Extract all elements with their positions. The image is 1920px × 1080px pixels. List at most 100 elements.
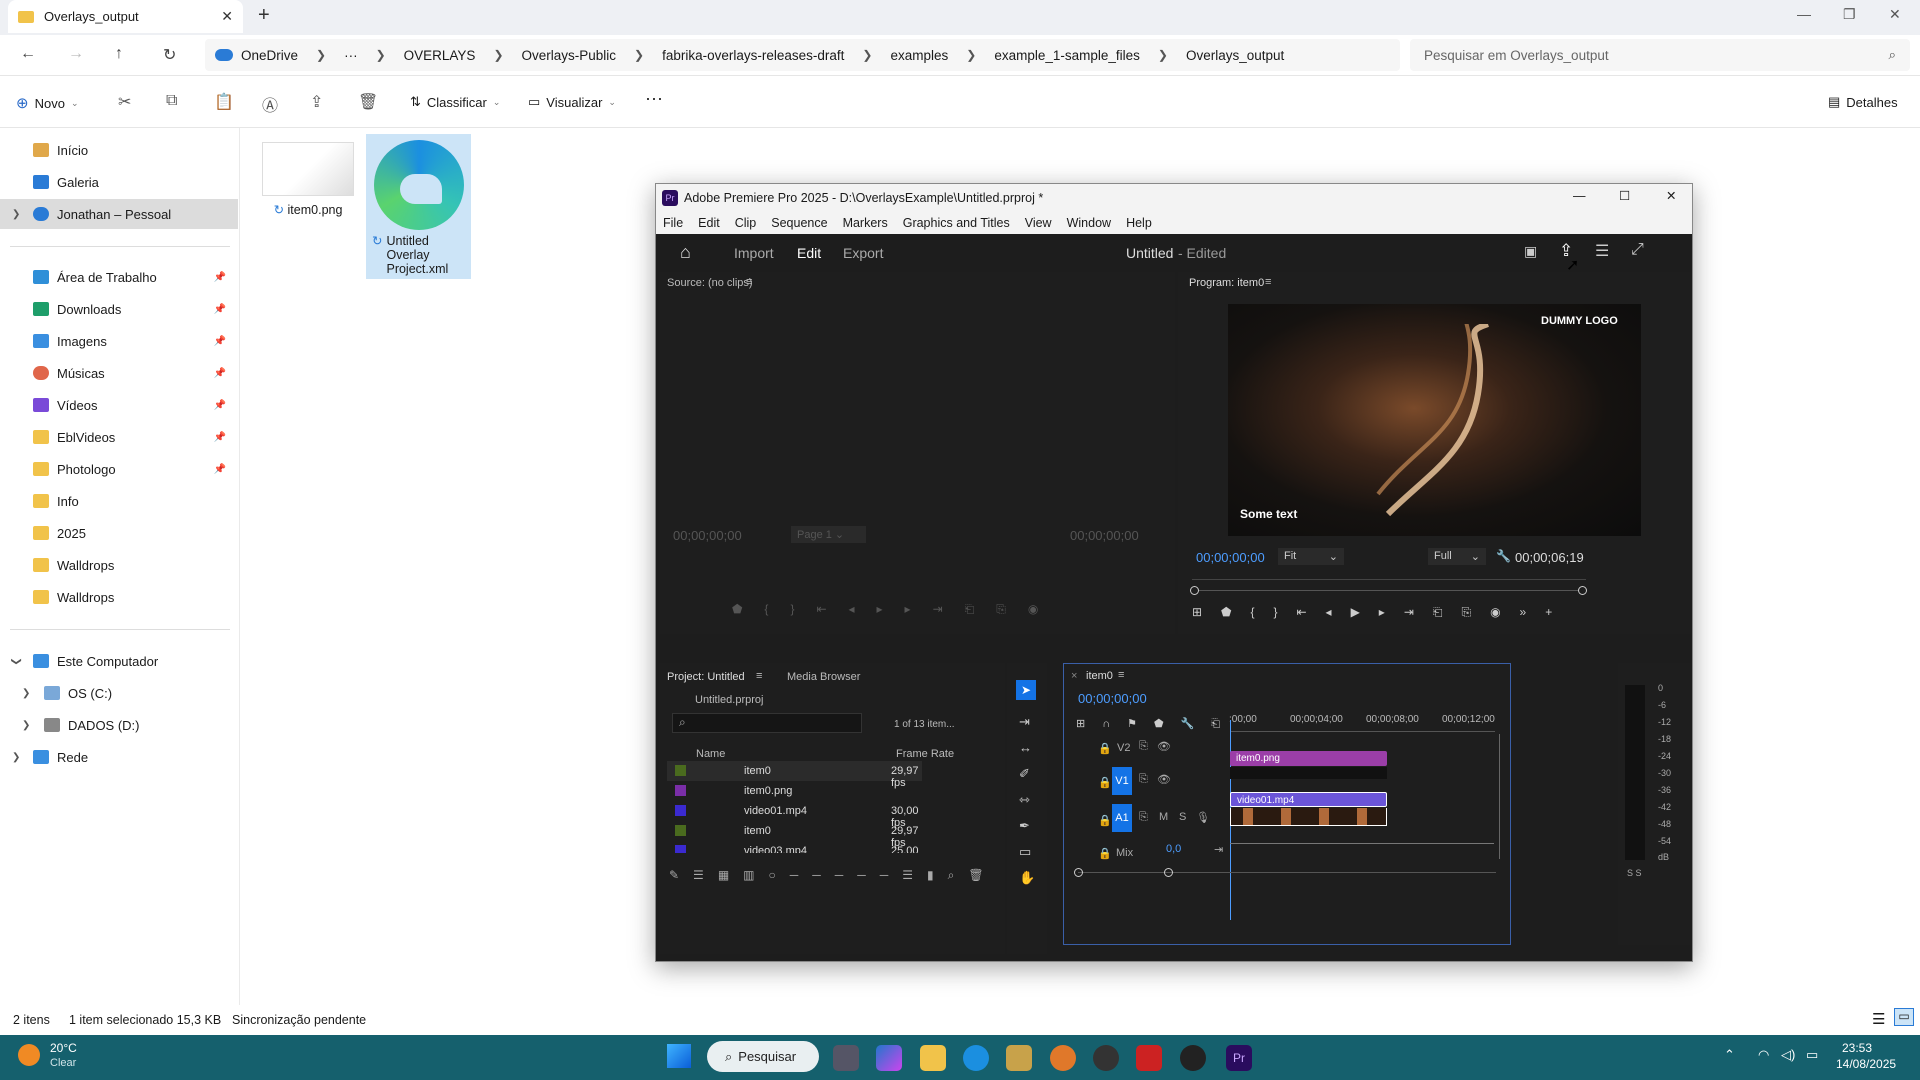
breadcrumb-overlays[interactable]: OVERLAYS xyxy=(404,48,476,63)
solo-button[interactable]: S xyxy=(1179,811,1186,823)
horizontal-zoom-bar[interactable] xyxy=(1078,872,1496,873)
sidebar-item-eblvideos[interactable]: EblVideos 📌 xyxy=(0,422,238,452)
breadcrumb-sample-files[interactable]: example_1-sample_files xyxy=(994,48,1140,63)
breadcrumb-more[interactable]: ··· xyxy=(344,48,358,63)
app-icon[interactable] xyxy=(1136,1045,1162,1071)
breadcrumb-onedrive[interactable]: OneDrive xyxy=(241,48,298,63)
menu-graphics[interactable]: Graphics and Titles xyxy=(903,216,1010,230)
back-arrow-icon[interactable]: ← xyxy=(20,45,36,63)
list-item[interactable]: item0.png xyxy=(667,781,922,801)
edge-icon[interactable] xyxy=(963,1045,989,1071)
chevron-right-icon[interactable]: ❯ xyxy=(22,720,30,731)
mute-button[interactable]: M xyxy=(1159,811,1168,823)
zoom-handle-right[interactable] xyxy=(1578,586,1587,595)
new-tab-button[interactable]: + xyxy=(258,4,270,27)
app-icon[interactable] xyxy=(1006,1045,1032,1071)
app-icon[interactable] xyxy=(1093,1045,1119,1071)
sidebar-item-music[interactable]: Músicas 📌 xyxy=(0,358,238,388)
sidebar-item-videos[interactable]: Vídeos 📌 xyxy=(0,390,238,420)
volume-icon[interactable]: ◁) xyxy=(1781,1047,1795,1063)
track-name[interactable]: V1 xyxy=(1112,767,1132,795)
track-name[interactable]: A1 xyxy=(1112,804,1132,832)
quality-select[interactable]: Full ⌄ xyxy=(1428,548,1486,565)
sidebar-item-photologo[interactable]: Photologo 📌 xyxy=(0,454,238,484)
list-item[interactable]: item0 29,97 fps xyxy=(667,821,922,849)
sidebar-item-drive-d[interactable]: ❯ DADOS (D:) xyxy=(0,710,238,740)
file-item0-png[interactable]: ↻ item0.png xyxy=(261,142,355,217)
address-bar[interactable]: OneDrive ❯ ··· ❯ OVERLAYS ❯ Overlays-Pub… xyxy=(205,39,1400,71)
sidebar-item-walldrops[interactable]: Walldrops xyxy=(0,550,238,580)
menu-window[interactable]: Window xyxy=(1067,216,1111,230)
lock-icon[interactable]: 🔒 xyxy=(1098,776,1112,789)
menu-markers[interactable]: Markers xyxy=(843,216,888,230)
pin-icon[interactable]: 📌 xyxy=(214,336,226,347)
sidebar-item-walldrops-2[interactable]: Walldrops xyxy=(0,582,238,612)
minimize-icon[interactable]: — xyxy=(1797,6,1811,22)
copilot-icon[interactable] xyxy=(876,1045,902,1071)
menu-clip[interactable]: Clip xyxy=(735,216,757,230)
list-item[interactable]: item0 29,97 fps xyxy=(667,761,922,789)
tool-icons[interactable]: ⇥ ↔ ✐ ⇿ ✒ ▭ ✋ xyxy=(1019,709,1035,891)
clock-time[interactable]: 23:53 xyxy=(1842,1041,1872,1055)
clock-date[interactable]: 14/08/2025 xyxy=(1836,1057,1896,1071)
sidebar-item-drive-c[interactable]: ❯ OS (C:) xyxy=(0,678,238,708)
sort-button[interactable]: ⇅ Classificar ⌄ xyxy=(410,94,500,110)
premiere-pro-taskbar-icon[interactable]: Pr xyxy=(1226,1045,1252,1071)
tab-overlays-output[interactable]: Overlays_output ✕ xyxy=(8,0,243,33)
home-icon[interactable]: ⌂ xyxy=(680,242,691,263)
panel-menu-icon[interactable]: ≡ xyxy=(1265,276,1271,288)
tab-import[interactable]: Import xyxy=(734,245,774,261)
lock-icon[interactable]: 🔒 xyxy=(1098,814,1112,827)
tab-export[interactable]: Export xyxy=(843,245,883,261)
breadcrumb-examples[interactable]: examples xyxy=(890,48,948,63)
sequence-tab[interactable]: item0 xyxy=(1086,670,1113,682)
sidebar-item-images[interactable]: Imagens 📌 xyxy=(0,326,238,356)
menu-sequence[interactable]: Sequence xyxy=(771,216,827,230)
pin-icon[interactable]: 📌 xyxy=(214,432,226,443)
taskbar-search[interactable]: ⌕ Pesquisar xyxy=(707,1041,819,1072)
fit-select[interactable]: Fit ⌄ xyxy=(1278,548,1344,565)
wifi-icon[interactable]: ◠ xyxy=(1758,1047,1769,1063)
tiles-view-icon[interactable]: ▭ xyxy=(1894,1008,1914,1026)
panel-menu-icon[interactable]: ≡ xyxy=(1118,669,1124,681)
chevron-right-icon[interactable]: ❯ xyxy=(12,752,20,763)
vertical-scrollbar[interactable] xyxy=(1499,734,1500,859)
sidebar-item-onedrive[interactable]: ❯ Jonathan – Pessoal xyxy=(0,199,238,229)
eye-icon[interactable]: 👁 xyxy=(1157,740,1171,753)
minimize-icon[interactable]: — xyxy=(1573,189,1586,203)
project-footer-tools[interactable]: ✎☰▦▥○─────☰▮⌕🗑 xyxy=(669,868,998,883)
file-untitled-overlay-project[interactable]: ↻ Untitled Overlay Project.xml xyxy=(366,134,471,279)
pin-icon[interactable]: 📌 xyxy=(214,400,226,411)
clip-item0-png[interactable]: item0.png xyxy=(1230,751,1387,766)
new-button[interactable]: ⊕ Novo ⌄ xyxy=(16,94,78,112)
blender-icon[interactable] xyxy=(1050,1045,1076,1071)
sync-lock-icon[interactable]: ⎘ xyxy=(1139,773,1148,786)
wrench-icon[interactable]: 🔧 xyxy=(1496,549,1511,563)
sidebar-item-info[interactable]: Info xyxy=(0,486,238,516)
zoom-handle-left[interactable] xyxy=(1190,586,1199,595)
column-frame-rate[interactable]: Frame Rate xyxy=(896,748,954,760)
pin-icon[interactable]: 📌 xyxy=(214,304,226,315)
pin-icon[interactable]: 📌 xyxy=(214,464,226,475)
workspaces-icon[interactable]: ▣ xyxy=(1524,243,1537,260)
chevron-right-icon[interactable]: ❯ xyxy=(22,688,30,699)
page-select[interactable]: Page 1 ⌄ xyxy=(791,526,866,543)
lock-icon[interactable]: 🔒 xyxy=(1098,847,1112,860)
breadcrumb-overlays-output[interactable]: Overlays_output xyxy=(1186,48,1284,63)
list-view-icon[interactable]: ☰ xyxy=(1872,1010,1885,1028)
zoom-handle-right[interactable] xyxy=(1164,868,1173,877)
cut-icon[interactable]: ✂ xyxy=(118,92,131,112)
pin-icon[interactable]: 📌 xyxy=(214,272,226,283)
zoom-handle-left[interactable] xyxy=(1074,868,1083,877)
mix-end-icon[interactable]: ⇥ xyxy=(1214,843,1223,856)
battery-icon[interactable]: ▭ xyxy=(1806,1047,1818,1063)
file-explorer-icon[interactable] xyxy=(920,1045,946,1071)
fullscreen-icon[interactable]: ⤢ xyxy=(1631,241,1644,259)
sync-lock-icon[interactable]: ⎘ xyxy=(1139,740,1148,753)
rename-icon[interactable]: Ⓐ xyxy=(262,92,278,116)
breadcrumb-overlays-public[interactable]: Overlays-Public xyxy=(522,48,617,63)
maximize-icon[interactable]: ❐ xyxy=(1843,6,1856,23)
breadcrumb-releases-draft[interactable]: fabrika-overlays-releases-draft xyxy=(662,48,844,63)
panel-menu-icon[interactable]: ≡ xyxy=(746,276,752,288)
column-name[interactable]: Name xyxy=(696,748,725,760)
